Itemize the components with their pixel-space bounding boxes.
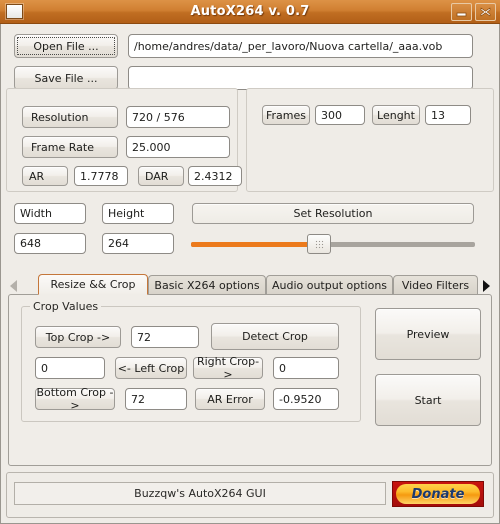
ar-error-button[interactable]: AR Error [195, 388, 265, 410]
title-bar: AutoX264 v. 0.7 [0, 0, 500, 24]
tab-strip: Resize && Crop Basic X264 options Audio … [8, 274, 492, 295]
minimize-button[interactable] [451, 3, 472, 21]
tab-resize-crop[interactable]: Resize && Crop [38, 274, 148, 295]
close-icon [480, 7, 491, 17]
ar-error-input[interactable]: -0.9520 [273, 388, 339, 410]
window-title: AutoX264 v. 0.7 [190, 4, 310, 19]
donate-button[interactable]: Donate [392, 481, 484, 507]
framerate-label: Frame Rate [22, 136, 118, 158]
tab-scroll-right-button[interactable] [480, 278, 492, 292]
status-text: Buzzqw's AutoX264 GUI [14, 482, 386, 505]
dar-label: DAR [138, 166, 184, 186]
tab-video-filters[interactable]: Video Filters [393, 275, 478, 294]
tab-basic-x264-options[interactable]: Basic X264 options [148, 275, 266, 294]
resolution-label: Resolution [22, 106, 118, 128]
donate-label: Donate [396, 484, 480, 504]
top-crop-input[interactable]: 72 [131, 326, 199, 348]
framerate-value-input[interactable]: 25.000 [126, 136, 230, 158]
tab-panel-resize-crop: Crop Values Top Crop -> 72 Detect Crop 0… [8, 294, 492, 466]
crop-values-title: Crop Values [30, 300, 102, 313]
detect-crop-button[interactable]: Detect Crop [211, 323, 339, 350]
start-button[interactable]: Start [375, 374, 481, 426]
preview-button[interactable]: Preview [375, 308, 481, 360]
slider-grip-icon [314, 240, 324, 249]
right-crop-button[interactable]: Right Crop-> [193, 355, 263, 381]
bottom-crop-input[interactable]: 72 [125, 388, 187, 410]
frames-panel [246, 88, 494, 192]
height-label-input[interactable]: Height [102, 203, 174, 224]
bottom-crop-button[interactable]: Bottom Crop -> [35, 386, 115, 412]
arrow-left-icon [10, 280, 17, 292]
height-value-input[interactable]: 264 [102, 233, 174, 254]
top-crop-button[interactable]: Top Crop -> [35, 326, 121, 348]
open-file-button[interactable]: Open File ... [14, 34, 118, 58]
tab-label: Video Filters [401, 278, 470, 292]
tab-audio-output-options[interactable]: Audio output options [266, 275, 393, 294]
width-value-input[interactable]: 648 [14, 233, 86, 254]
resize-slider-fill [191, 242, 319, 247]
length-value-input[interactable]: 13 [425, 105, 471, 125]
save-file-button[interactable]: Save File ... [14, 66, 118, 90]
tab-scroll-left-button[interactable] [8, 278, 20, 292]
save-file-path-input[interactable] [128, 66, 473, 90]
left-crop-button[interactable]: <- Left Crop [115, 357, 187, 379]
arrow-right-icon [483, 280, 490, 292]
frames-value-input[interactable]: 300 [315, 105, 365, 125]
dar-value-input[interactable]: 2.4312 [188, 166, 242, 186]
tab-label: Resize && Crop [50, 278, 136, 291]
right-crop-input[interactable]: 0 [273, 357, 339, 379]
set-resolution-button[interactable]: Set Resolution [192, 203, 474, 224]
open-file-path-input[interactable]: /home/andres/data/_per_lavoro/Nuova cart… [128, 34, 473, 58]
ar-value-input[interactable]: 1.7778 [74, 166, 128, 186]
close-button[interactable] [475, 3, 496, 21]
frames-label: Frames [262, 105, 310, 125]
resize-slider-thumb[interactable] [306, 234, 331, 254]
width-label-input[interactable]: Width [14, 203, 86, 224]
ar-label: AR [22, 166, 68, 186]
autox264-window: AutoX264 v. 0.7 Open File ... /home/andr… [0, 0, 500, 524]
length-label: Lenght [372, 105, 420, 125]
resolution-value-input[interactable]: 720 / 576 [126, 106, 230, 128]
left-crop-input[interactable]: 0 [35, 357, 105, 379]
minimize-icon [456, 12, 467, 17]
tab-label: Basic X264 options [154, 278, 260, 292]
tab-label: Audio output options [271, 278, 388, 292]
